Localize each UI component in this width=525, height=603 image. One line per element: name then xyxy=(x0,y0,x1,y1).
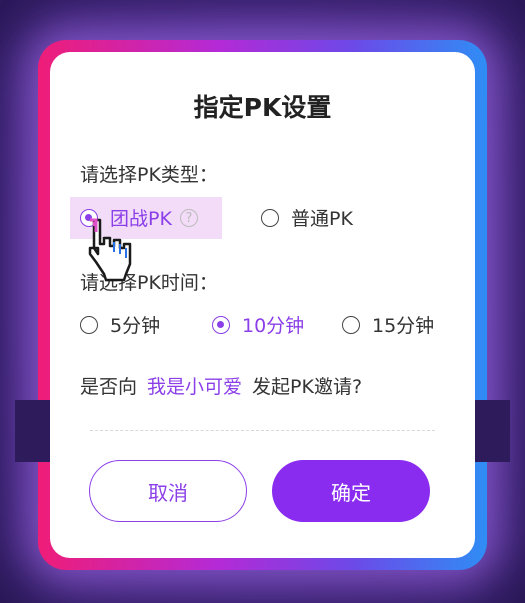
pk-time-option-15[interactable]: 15分钟 xyxy=(342,311,434,338)
pk-type-label: 请选择PK类型： xyxy=(80,164,218,186)
option-label: 普通PK xyxy=(291,208,353,230)
invite-prefix: 是否向 xyxy=(80,376,138,398)
invite-target-name: 我是小可爱 xyxy=(147,376,243,398)
radio-unchecked-icon[interactable] xyxy=(342,315,360,334)
dashed-divider xyxy=(90,430,435,431)
radio-unchecked-icon[interactable] xyxy=(80,315,98,334)
invite-question: 是否向 我是小可爱 发起PK邀请? xyxy=(80,372,362,399)
dialog-title: 指定PK设置 xyxy=(193,93,332,122)
pk-time-option-5[interactable]: 5分钟 xyxy=(80,311,160,338)
pk-time-option-10[interactable]: 10分钟 xyxy=(212,311,304,338)
help-icon[interactable]: ? xyxy=(179,208,198,227)
left-notch xyxy=(15,400,50,462)
confirm-button[interactable]: 确定 xyxy=(272,460,430,522)
option-label: 15分钟 xyxy=(372,315,435,337)
option-label: 5分钟 xyxy=(110,315,161,337)
radio-checked-icon[interactable] xyxy=(212,315,230,334)
radio-unchecked-icon[interactable] xyxy=(261,208,279,227)
hand-pointer-cursor-icon xyxy=(88,218,132,282)
right-notch xyxy=(475,400,510,462)
option-label: 10分钟 xyxy=(242,315,305,337)
cancel-button[interactable]: 取消 xyxy=(89,460,247,522)
invite-suffix: 发起PK邀请? xyxy=(252,376,363,398)
pk-type-option-normal[interactable]: 普通PK xyxy=(261,204,353,231)
